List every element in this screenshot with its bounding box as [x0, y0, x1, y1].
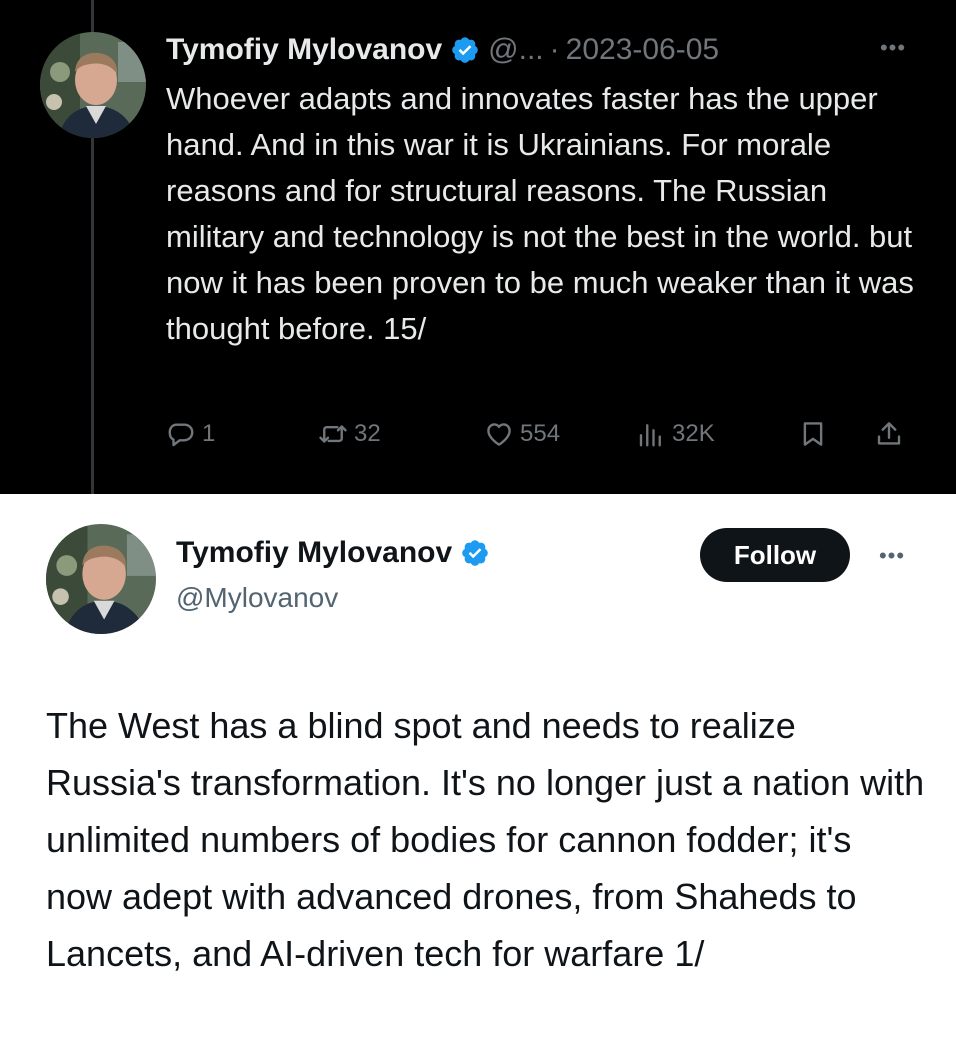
- avatar-image: [40, 32, 146, 138]
- author-handle[interactable]: @Mylovanov: [176, 582, 338, 614]
- views-button[interactable]: 32K: [636, 414, 715, 454]
- views-count: 32K: [672, 420, 715, 447]
- repost-button[interactable]: 32: [318, 414, 381, 454]
- author-name[interactable]: Tymofiy Mylovanov: [166, 33, 442, 67]
- like-button[interactable]: 554: [484, 414, 560, 454]
- more-options-button[interactable]: •••: [873, 30, 913, 66]
- views-icon: [639, 424, 661, 447]
- avatar[interactable]: [46, 524, 156, 634]
- reply-count: 1: [202, 420, 216, 447]
- more-options-button[interactable]: •••: [870, 538, 914, 574]
- more-icon: •••: [879, 35, 907, 60]
- like-icon: [487, 423, 511, 446]
- follow-button[interactable]: Follow: [700, 528, 850, 582]
- more-icon: •••: [878, 543, 906, 568]
- author-name[interactable]: Tymofiy Mylovanov: [176, 536, 452, 570]
- thread-tweet-dark[interactable]: Tymofiy Mylovanov @... · 2023-06-05 ••• …: [0, 0, 956, 494]
- tweet-text: The West has a blind spot and needs to r…: [46, 705, 925, 974]
- tweet-date[interactable]: 2023-06-05: [566, 33, 719, 67]
- avatar[interactable]: [40, 32, 146, 138]
- repost-count: 32: [354, 420, 381, 447]
- share-button[interactable]: [874, 414, 910, 454]
- tweet-actions: 1 32 554 32K: [166, 414, 912, 454]
- verified-badge-icon: [462, 540, 488, 566]
- bookmark-icon: [803, 422, 823, 446]
- header-separator: ·: [549, 33, 560, 66]
- reply-icon: [168, 423, 194, 447]
- avatar-image: [46, 524, 156, 634]
- author-handle[interactable]: @...: [488, 33, 543, 67]
- reply-button[interactable]: 1: [166, 414, 215, 454]
- author-name-row: Tymofiy Mylovanov: [176, 536, 498, 570]
- like-count: 554: [520, 420, 561, 447]
- verified-badge-icon: [452, 37, 478, 63]
- tweet-header: Tymofiy Mylovanov @... · 2023-06-05: [166, 30, 719, 70]
- main-tweet-light[interactable]: Tymofiy Mylovanov @Mylovanov Follow ••• …: [0, 494, 956, 1059]
- bookmark-button[interactable]: [798, 414, 834, 454]
- repost-icon: [319, 425, 347, 443]
- tweet-text: Whoever adapts and innovates faster has …: [166, 81, 914, 346]
- share-icon: [877, 422, 901, 445]
